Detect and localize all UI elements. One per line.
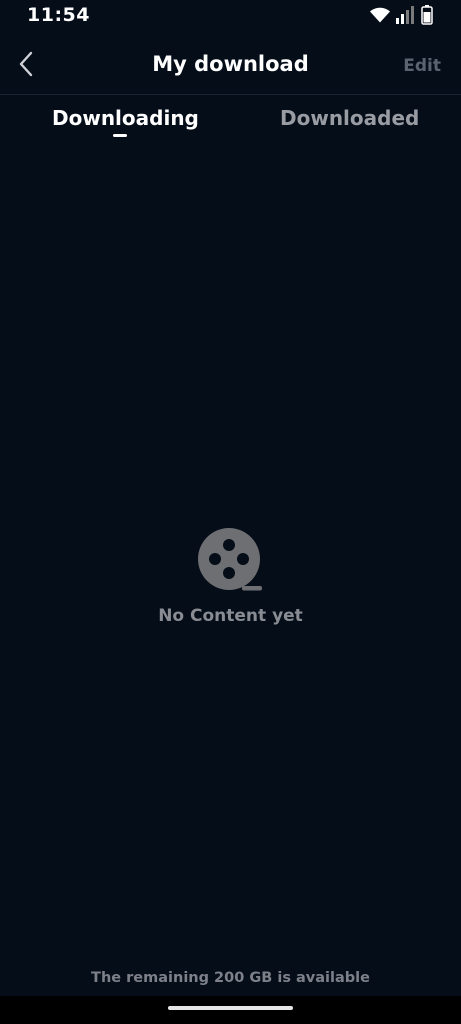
tab-bar: Downloading Downloaded (0, 96, 461, 146)
status-bar: 11:54 (0, 0, 461, 36)
empty-message: No Content yet (158, 606, 303, 626)
signal-icon (396, 6, 416, 28)
storage-available-text: The remaining 200 GB is available (91, 970, 370, 986)
edit-button[interactable]: Edit (403, 56, 441, 76)
empty-state: No Content yet (0, 528, 461, 626)
wifi-icon (369, 6, 391, 28)
page-title: My download (152, 52, 309, 76)
active-tab-indicator (113, 134, 127, 137)
status-time: 11:54 (27, 4, 90, 26)
app-header: My download Edit (0, 36, 461, 95)
download-screen: 11:54 My download Edit Downloading Downl… (0, 0, 461, 1024)
film-reel-icon (0, 528, 461, 592)
tab-downloading[interactable]: Downloading (52, 106, 199, 130)
tab-downloaded[interactable]: Downloaded (280, 106, 419, 130)
battery-icon (421, 5, 433, 29)
system-nav-bar (0, 996, 461, 1024)
status-icons (369, 5, 433, 29)
home-indicator[interactable] (168, 1006, 293, 1010)
